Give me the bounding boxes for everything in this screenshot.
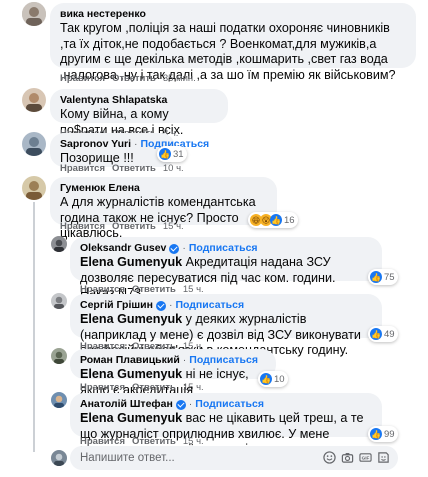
like-icon: 👍 bbox=[370, 428, 382, 440]
comment-author[interactable]: Роман Плавицький bbox=[80, 354, 180, 367]
composer-icons: GIF bbox=[323, 451, 390, 464]
comment-actions: Нравится Ответить 35 мин. bbox=[60, 73, 196, 84]
avatar[interactable] bbox=[22, 2, 46, 26]
gif-icon[interactable]: GIF bbox=[359, 451, 372, 464]
camera-icon[interactable] bbox=[341, 451, 354, 464]
comment-bubble: Valentyna Shlapatska Кому війна, а кому … bbox=[50, 89, 228, 137]
comment-text: А для журналістів комендантська година т… bbox=[60, 195, 256, 240]
comment-actions: Нравится Ответить 15 ч. bbox=[60, 221, 184, 232]
reply-composer: GIF bbox=[70, 446, 398, 470]
reaction-count[interactable]: 👍 31 bbox=[157, 146, 187, 162]
reply-bubble: Сергій Грішин · Подписаться Elena Gumeny… bbox=[70, 294, 382, 357]
comment-bubble: Sapronov Yuri · Подписаться Позорище !!! bbox=[50, 133, 209, 167]
avatar[interactable] bbox=[22, 132, 46, 156]
reply-link[interactable]: Ответить bbox=[112, 221, 156, 232]
comment-author[interactable]: Sapronov Yuri bbox=[60, 138, 131, 151]
avatar[interactable] bbox=[22, 88, 46, 112]
mention-link[interactable]: Elena Gumenyuk bbox=[80, 411, 182, 425]
reply-link[interactable]: Ответить bbox=[112, 73, 156, 84]
comment-author[interactable]: Сергій Грішин bbox=[80, 299, 153, 312]
avatar[interactable] bbox=[51, 236, 67, 252]
comment-actions: Нравится Ответить 15 ч. bbox=[80, 382, 204, 393]
avatar[interactable] bbox=[51, 392, 67, 408]
comment-bubble: вика нестеренко Так кругом ,поліція за н… bbox=[50, 3, 416, 82]
reaction-count[interactable]: 👍 99 bbox=[368, 426, 398, 442]
reply-bubble: Роман Плавицький · Подписаться Elena Gum… bbox=[70, 349, 276, 397]
subscribe-link[interactable]: Подписаться bbox=[195, 398, 264, 411]
like-link[interactable]: Нравится bbox=[80, 382, 125, 393]
comment-author[interactable]: вика нестеренко bbox=[60, 8, 146, 21]
reaction-count[interactable]: 👍 75 bbox=[368, 269, 398, 285]
avatar[interactable] bbox=[51, 348, 67, 364]
comment-bubble: Гуменюк Елена А для журналістів комендан… bbox=[50, 177, 277, 240]
like-icon: 👍 bbox=[260, 373, 272, 385]
verified-icon bbox=[169, 243, 180, 254]
reaction-count[interactable]: 👍 10 bbox=[258, 371, 288, 387]
mention-link[interactable]: Elena Gumenyuk bbox=[80, 255, 182, 269]
sticker-icon[interactable] bbox=[377, 451, 390, 464]
verified-icon bbox=[175, 399, 186, 410]
separator: · bbox=[134, 138, 138, 150]
like-icon: 👍 bbox=[370, 271, 382, 283]
comment-author[interactable]: Oleksandr Gusev bbox=[80, 242, 166, 255]
like-link[interactable]: Нравится bbox=[60, 73, 105, 84]
emoji-icon[interactable] bbox=[323, 451, 336, 464]
verified-icon bbox=[155, 300, 166, 311]
separator: · bbox=[182, 354, 187, 366]
separator: · bbox=[168, 299, 173, 311]
reply-link[interactable]: Ответить bbox=[132, 382, 176, 393]
reply-bubble: Oleksandr Gusev · Подписаться Elena Gume… bbox=[70, 237, 382, 300]
like-link[interactable]: Нравится bbox=[60, 221, 105, 232]
reaction-count[interactable]: 😆 😮 👍 16 bbox=[248, 212, 298, 228]
comment-author[interactable]: Valentyna Shlapatska bbox=[60, 94, 167, 107]
separator: · bbox=[188, 398, 193, 410]
reply-link[interactable]: Ответить bbox=[112, 163, 156, 174]
like-icon: 👍 bbox=[159, 148, 171, 160]
comment-author[interactable]: Гуменюк Елена bbox=[60, 182, 140, 195]
avatar[interactable] bbox=[22, 176, 46, 200]
subscribe-link[interactable]: Подписаться bbox=[175, 299, 244, 312]
like-icon: 👍 bbox=[270, 214, 282, 226]
reply-bubble: Анатолій Штефан · Подписаться Elena Gume… bbox=[70, 393, 382, 456]
like-link[interactable]: Нравится bbox=[60, 163, 105, 174]
reply-thread-line bbox=[33, 202, 35, 452]
subscribe-link[interactable]: Подписаться bbox=[189, 242, 258, 255]
reply-input[interactable] bbox=[80, 452, 300, 464]
reaction-count[interactable]: 👍 49 bbox=[368, 326, 398, 342]
timestamp[interactable]: 35 мин. bbox=[163, 73, 196, 84]
svg-text:GIF: GIF bbox=[362, 456, 370, 461]
timestamp[interactable]: 15 ч. bbox=[183, 382, 204, 393]
comment-actions: Нравится Ответить 10 ч. bbox=[60, 163, 184, 174]
avatar bbox=[51, 450, 67, 466]
like-icon: 👍 bbox=[370, 328, 382, 340]
timestamp[interactable]: 15 ч. bbox=[163, 221, 184, 232]
separator: · bbox=[182, 242, 186, 254]
timestamp[interactable]: 10 ч. bbox=[163, 163, 184, 174]
mention-link[interactable]: Elena Gumenyuk bbox=[80, 367, 182, 381]
avatar[interactable] bbox=[51, 293, 67, 309]
comment-author[interactable]: Анатолій Штефан bbox=[80, 398, 173, 411]
mention-link[interactable]: Elena Gumenyuk bbox=[80, 312, 182, 326]
subscribe-link[interactable]: Подписаться bbox=[189, 354, 258, 367]
